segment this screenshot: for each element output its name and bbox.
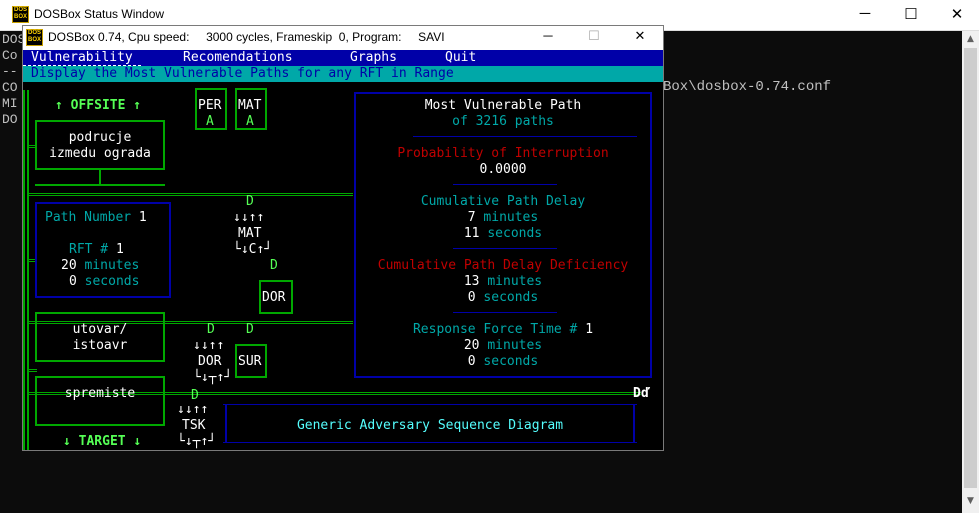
console-line: MI: [2, 96, 18, 111]
dosbox-app-icon: DOS BOX: [12, 6, 29, 23]
connector-line: [99, 170, 101, 184]
target-label: ↓ TARGET ↓: [63, 434, 142, 449]
dosbox-close-button[interactable]: ✕: [617, 28, 663, 44]
element-arrows: ↓↓↑↑: [177, 402, 209, 417]
diagram-border-top: [223, 404, 637, 405]
dosbox-minimize-button[interactable]: ─: [525, 28, 571, 43]
console-line: Co: [2, 48, 18, 63]
layer-line: [29, 193, 353, 196]
element-label-per: PER: [198, 98, 222, 113]
element-arrows: └↓┬↑┘: [193, 370, 233, 385]
dosbox-title: DOSBox 0.74, Cpu speed: 3000 cycles, Fra…: [48, 30, 445, 44]
console-line: --: [2, 64, 18, 79]
dos-screen[interactable]: Vulnerability Recomendations Graphs Quit…: [23, 50, 663, 450]
probability-value: 0.0000: [479, 162, 527, 177]
offsite-label: ↑ OFFSITE ↑: [55, 98, 142, 113]
area-label-podrucje: podrucje izmedu ograda: [49, 130, 151, 161]
element-label-sur: SUR: [238, 354, 262, 369]
summary-divider: [453, 248, 557, 249]
status-text: Display the Most Vulnerable Paths for an…: [31, 66, 454, 81]
dosbox-maximize-button[interactable]: ☐: [571, 28, 617, 44]
scroll-down-icon[interactable]: ▼: [962, 493, 979, 510]
element-a-marker: A: [206, 114, 214, 129]
summary-divider: [413, 136, 637, 137]
area-label-utovar: utovar/ istoavr: [72, 322, 128, 353]
element-a-marker: A: [246, 114, 254, 129]
dosbox-app-icon: DOS BOX: [26, 29, 43, 46]
response-force-label: Response Force Time # 1: [412, 322, 594, 337]
deficiency-minutes: 13 minutes: [463, 274, 543, 289]
area-label-spremiste: spremiste: [64, 386, 136, 401]
diagram-label: Generic Adversary Sequence Diagram: [296, 418, 564, 433]
deficiency-seconds: 0 seconds: [467, 290, 539, 305]
menu-recommendations[interactable]: Recomendations: [183, 50, 293, 66]
path-number-label: Path Number 1: [45, 210, 147, 225]
path-minutes: 20 minutes: [61, 258, 140, 273]
summary-title: Most Vulnerable Path: [424, 98, 582, 113]
element-d-marker: D: [207, 322, 215, 337]
left-frame-line: [27, 90, 29, 450]
element-d-marker: D: [270, 258, 278, 273]
console-close-button[interactable]: ✕: [934, 5, 979, 23]
probability-label: Probability of Interruption: [397, 146, 609, 161]
delay-label: Cumulative Path Delay: [420, 194, 586, 209]
path-rft-label: RFT # 1: [69, 242, 124, 257]
element-label-mat-top: MAT: [238, 98, 262, 113]
summary-divider: [453, 184, 557, 185]
console-minimize-button[interactable]: ─: [842, 5, 888, 22]
element-arrows: ↓↓↑↑: [233, 210, 265, 225]
console-maximize-button[interactable]: ☐: [888, 5, 934, 23]
summary-paths: of 3216 paths: [452, 114, 554, 129]
console-line: DO: [2, 112, 18, 127]
path-seconds: 0 seconds: [69, 274, 140, 289]
layer-line: [29, 369, 37, 372]
diagram-border-right: [633, 404, 635, 442]
deficiency-label: Cumulative Path Delay Deficiency: [377, 258, 629, 273]
element-arrows: ↓↓↑↑: [193, 338, 225, 353]
scroll-up-icon[interactable]: ▲: [962, 31, 979, 48]
element-label-mat-mid: MAT: [238, 226, 262, 241]
diagram-border-bottom: [223, 442, 637, 443]
element-label-dor-mid: DOR: [262, 290, 286, 305]
menu-graphs[interactable]: Graphs: [350, 50, 397, 66]
dashed-line: [35, 184, 165, 186]
response-force-minutes: 20 minutes: [463, 338, 543, 353]
console-config-path: Box\dosbox-0.74.conf: [663, 79, 832, 95]
element-arrows: └↓C↑┘: [233, 242, 273, 257]
left-frame-line: [23, 90, 25, 450]
corner-label: Dď: [633, 386, 649, 401]
delay-minutes: 7 minutes: [467, 210, 539, 225]
menu-vulnerability[interactable]: Vulnerability: [31, 50, 133, 66]
response-force-seconds: 0 seconds: [467, 354, 539, 369]
element-label-tsk: TSK: [182, 418, 206, 433]
console-line: CO: [2, 80, 18, 95]
delay-seconds: 11 seconds: [463, 226, 543, 241]
console-title: DOSBox Status Window: [34, 7, 165, 21]
console-scroll-thumb[interactable]: [964, 48, 977, 488]
element-arrows: └↓┬↑┘: [177, 434, 217, 449]
element-d-marker: D: [246, 194, 254, 209]
summary-divider: [453, 312, 557, 313]
element-d-marker: D: [246, 322, 254, 337]
element-label-dor-low: DOR: [198, 354, 222, 369]
menu-quit[interactable]: Quit: [445, 50, 476, 66]
